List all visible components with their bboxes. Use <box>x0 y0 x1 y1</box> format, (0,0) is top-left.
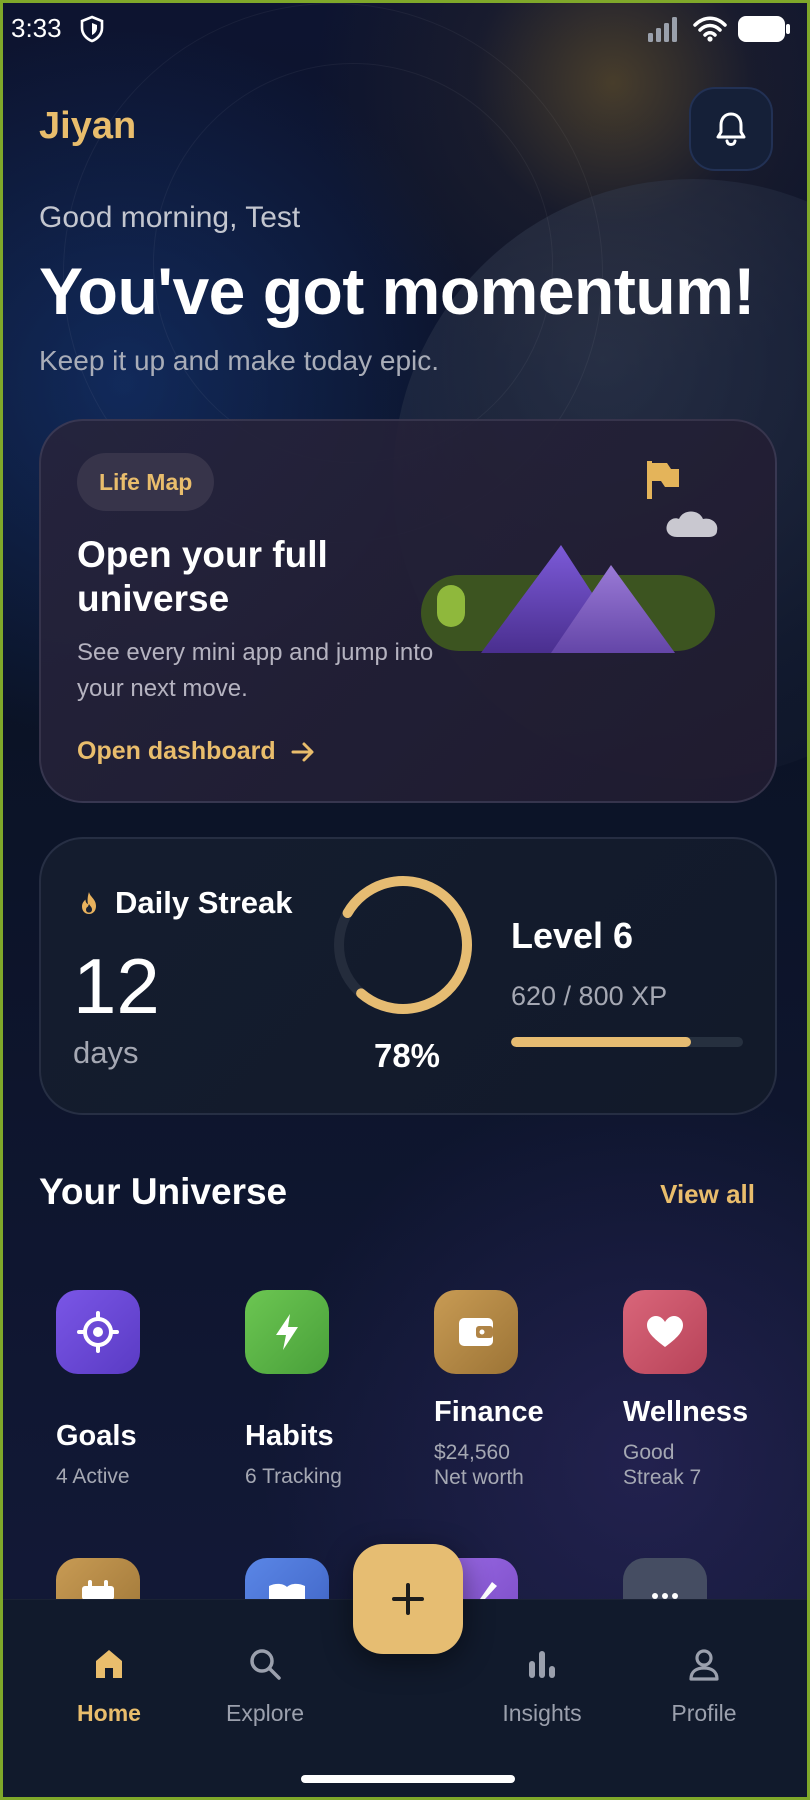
nav-profile[interactable]: Profile <box>634 1642 774 1727</box>
app-tile-name: Wellness <box>623 1396 749 1428</box>
app-screen: 3:33 Jiyan Good morning, Test You've got… <box>0 0 810 1800</box>
open-dashboard-label: Open dashboard <box>77 737 276 765</box>
app-tile-name: Goals <box>56 1420 137 1452</box>
search-icon <box>250 1649 281 1680</box>
wifi-icon <box>693 16 727 42</box>
wallet-icon <box>459 1318 493 1346</box>
cloud-icon <box>666 511 718 537</box>
fab-stem <box>398 1654 418 1672</box>
heart-icon <box>647 1316 683 1347</box>
app-tile-sub: $24,560 <box>434 1441 510 1464</box>
streak-progress-label: 78% <box>373 1037 441 1074</box>
mountain-illustration <box>421 461 718 653</box>
status-bar: 3:33 <box>11 11 799 47</box>
streak-label-text: Daily Streak <box>115 885 293 920</box>
nav-explore[interactable]: Explore <box>195 1642 335 1727</box>
nav-label: Insights <box>502 1700 582 1726</box>
arrow-right-icon <box>291 742 314 761</box>
nav-home[interactable]: Home <box>39 1642 179 1727</box>
xp-text: 620 / 800 XP <box>511 981 668 1011</box>
app-tile-sub: 6 Tracking <box>245 1465 342 1488</box>
greeting-text: Good morning, Test <box>39 201 301 234</box>
app-tile-sub-2: Streak 7 <box>623 1466 702 1489</box>
streak-count: 12 <box>73 942 160 1030</box>
life-map-card[interactable]: Life Map Open your full universe See eve… <box>39 419 777 803</box>
signal-icon <box>648 17 677 42</box>
nav-label: Home <box>77 1700 141 1726</box>
bolt-icon <box>276 1314 298 1350</box>
app-tile-wellness[interactable]: Wellness Good Streak 7 <box>607 1290 777 1490</box>
finance-icon-box <box>434 1290 518 1374</box>
app-tile-goals[interactable]: Goals 4 Active <box>40 1290 210 1490</box>
notifications-button[interactable] <box>689 87 773 171</box>
person-icon <box>689 1649 719 1681</box>
bell-icon <box>716 112 746 147</box>
view-all-link[interactable]: View all <box>660 1179 755 1210</box>
nav-label: Profile <box>671 1700 737 1726</box>
xp-progress-bar <box>511 1037 743 1047</box>
app-tile-sub: 4 Active <box>56 1465 130 1488</box>
wellness-icon-box <box>623 1290 707 1374</box>
streak-progress-ring <box>334 876 472 1014</box>
app-tile-name: Habits <box>245 1420 334 1452</box>
home-indicator[interactable] <box>301 1775 515 1783</box>
streak-unit: days <box>73 1035 139 1070</box>
xp-progress-fill <box>511 1037 691 1047</box>
goals-icon-box <box>56 1290 140 1374</box>
app-tile-sub-2: Net worth <box>434 1466 524 1489</box>
subline-text: Keep it up and make today epic. <box>39 345 440 376</box>
more-icon <box>652 1593 678 1599</box>
book-icon <box>269 1583 305 1599</box>
shield-icon <box>80 15 104 43</box>
streak-label: Daily Streak <box>77 885 293 921</box>
habits-icon-box <box>245 1290 329 1374</box>
life-map-title: Open your full universe <box>77 534 328 619</box>
add-button[interactable] <box>353 1544 463 1654</box>
nav-insights[interactable]: Insights <box>472 1642 612 1727</box>
target-icon <box>77 1311 119 1353</box>
status-time: 3:33 <box>11 13 62 43</box>
level-title: Level 6 <box>511 915 634 956</box>
brand-title: Jiyan <box>39 105 137 147</box>
app-tile-habits[interactable]: Habits 6 Tracking <box>229 1290 399 1490</box>
open-dashboard-link[interactable]: Open dashboard <box>77 737 316 766</box>
plus-icon <box>392 1583 424 1615</box>
headline-text: You've got momentum! <box>39 254 755 328</box>
battery-icon <box>738 16 790 42</box>
bar-chart-icon <box>529 1651 555 1678</box>
flag-icon <box>647 461 679 499</box>
app-tile-sub: Good <box>623 1441 675 1464</box>
life-map-description: See every mini app and jump into your ne… <box>77 639 434 702</box>
status-icons <box>647 15 791 43</box>
streak-card[interactable]: Daily Streak 12 days 78% Level 6 620 / 8… <box>39 837 777 1115</box>
app-tile-finance[interactable]: Finance $24,560 Net worth <box>418 1290 588 1490</box>
calendar-icon <box>82 1580 114 1600</box>
universe-title: Your Universe <box>39 1171 288 1212</box>
life-map-chip: Life Map <box>77 453 215 511</box>
app-tile-name: Finance <box>434 1396 544 1428</box>
home-icon <box>96 1650 122 1678</box>
nav-label: Explore <box>226 1700 304 1726</box>
flame-icon <box>82 892 96 914</box>
